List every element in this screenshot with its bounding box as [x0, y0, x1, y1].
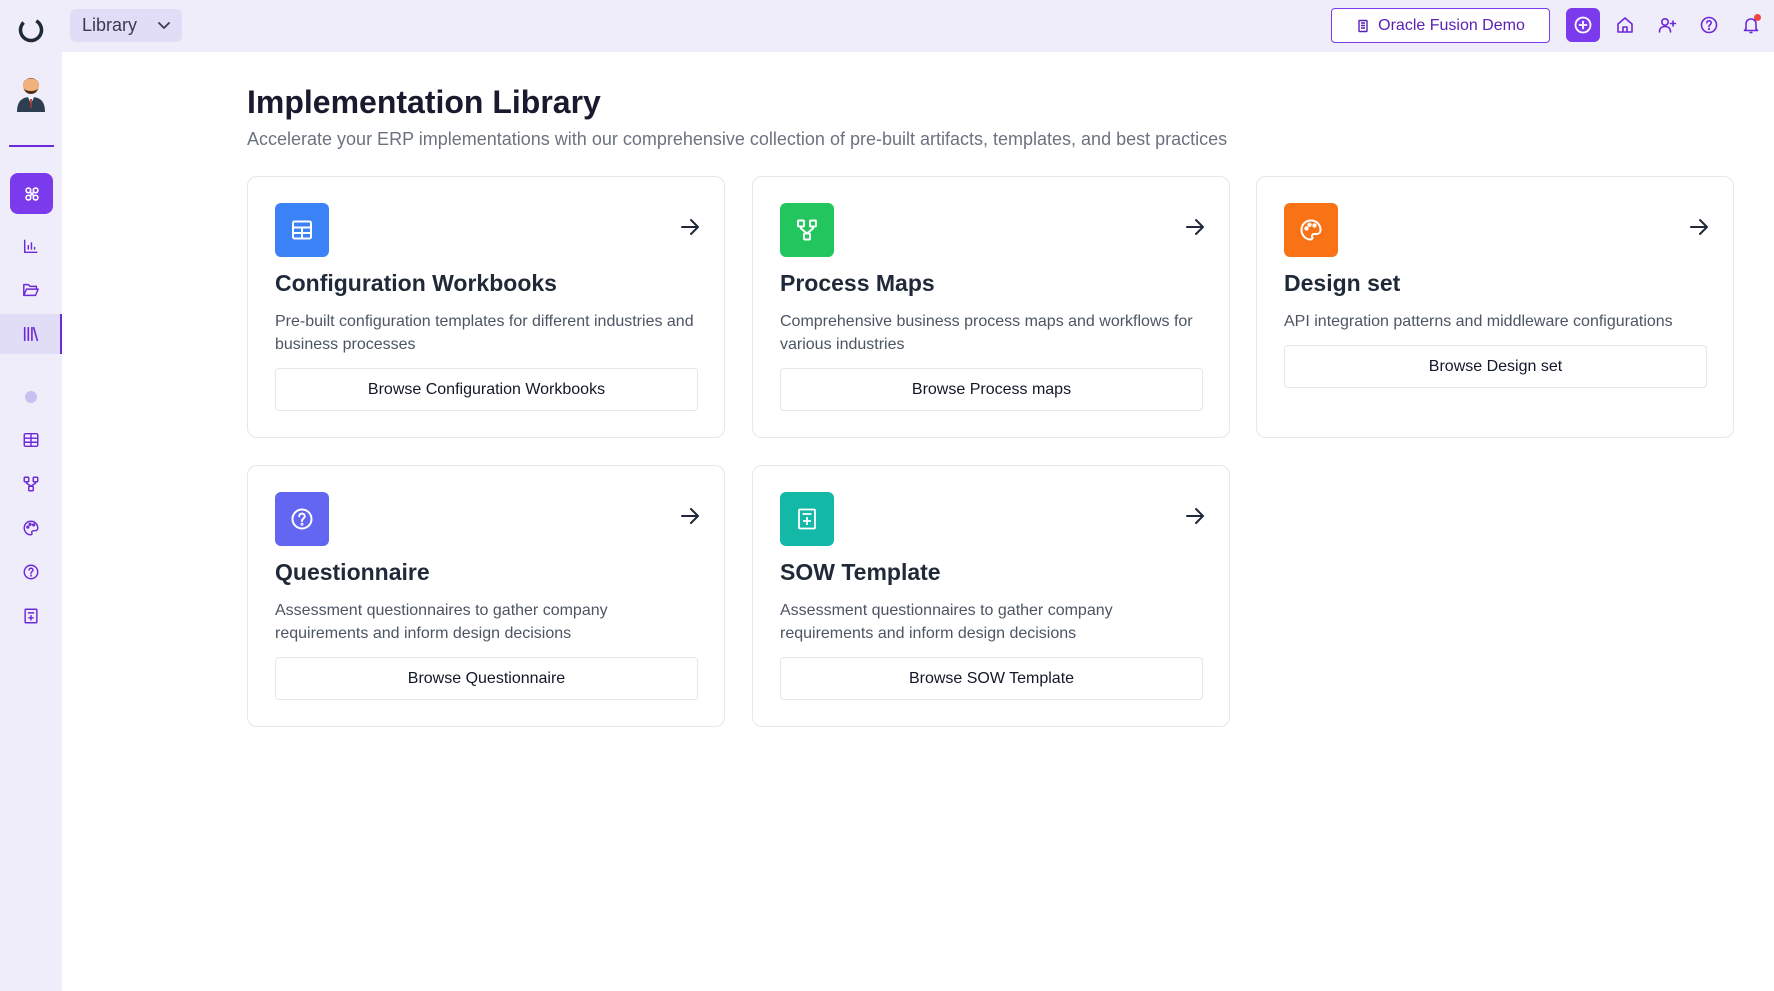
notifications-button[interactable] — [1734, 8, 1768, 42]
card-title: Process Maps — [780, 270, 935, 296]
arrow-right-icon[interactable] — [678, 504, 702, 528]
page-subtitle: Accelerate your ERP implementations with… — [247, 129, 1228, 149]
arrow-right-icon[interactable] — [1687, 215, 1711, 239]
card-icon-container — [275, 492, 329, 546]
card-icon-container — [275, 203, 329, 257]
folder-open-icon — [23, 283, 39, 297]
building-icon — [1358, 19, 1368, 32]
section-select-value: Library — [82, 15, 138, 35]
home-icon — [1617, 17, 1633, 33]
sidebar-separator-dot — [25, 391, 37, 403]
avatar[interactable] — [13, 70, 49, 112]
grid-nodes-icon — [24, 186, 39, 201]
card-description: API integration patterns and middleware … — [1284, 313, 1673, 330]
card-title: Design set — [1284, 270, 1401, 296]
sidebar-item-sow-template[interactable] — [0, 596, 62, 636]
home-button[interactable] — [1608, 8, 1642, 42]
card-icon-container — [780, 492, 834, 546]
document-icon — [24, 608, 38, 624]
top-bar: Library Oracle Fusion Demo — [62, 0, 1774, 52]
plus-circle-icon — [1574, 16, 1592, 34]
card-icon-container — [780, 203, 834, 257]
section-select[interactable]: Library — [70, 9, 182, 42]
project-name: Oracle Fusion Demo — [1378, 16, 1525, 34]
page-title: Implementation Library — [247, 84, 601, 120]
add-button[interactable] — [1566, 8, 1600, 42]
card-questionnaire[interactable]: Questionnaire Assessment questionnaires … — [247, 465, 725, 727]
invite-user-button[interactable] — [1650, 8, 1684, 42]
sidebar-item-design-set[interactable] — [0, 508, 62, 548]
sidebar-item-dashboard[interactable] — [10, 173, 53, 214]
browse-configuration-workbooks-button[interactable]: Browse Configuration Workbooks — [275, 368, 698, 411]
card-description: Assessment questionnaires to gather comp… — [780, 602, 1113, 642]
sidebar-item-analytics[interactable] — [0, 226, 62, 266]
card-icon-container — [1284, 203, 1338, 257]
app-logo-icon[interactable] — [17, 16, 45, 44]
bar-chart-icon — [23, 239, 38, 254]
workflow-icon — [23, 476, 39, 492]
user-plus-icon — [1658, 17, 1677, 33]
browse-questionnaire-button[interactable]: Browse Questionnaire — [275, 657, 698, 700]
browse-process-maps-button[interactable]: Browse Process maps — [780, 368, 1203, 411]
palette-icon — [1300, 219, 1322, 241]
card-description: Pre-built configuration templates for di… — [275, 313, 694, 353]
card-title: SOW Template — [780, 559, 941, 585]
sidebar-divider — [9, 145, 54, 147]
card-title: Questionnaire — [275, 559, 430, 585]
card-process-maps[interactable]: Process Maps Comprehensive business proc… — [752, 176, 1230, 438]
sidebar — [0, 0, 62, 991]
project-switch-button[interactable]: Oracle Fusion Demo — [1331, 8, 1550, 43]
sidebar-item-process-maps[interactable] — [0, 464, 62, 504]
help-icon — [1700, 16, 1718, 34]
card-description: Assessment questionnaires to gather comp… — [275, 602, 608, 642]
workflow-icon — [797, 219, 817, 241]
browse-design-set-button[interactable]: Browse Design set — [1284, 345, 1707, 388]
question-icon — [291, 508, 313, 530]
arrow-right-icon[interactable] — [1183, 504, 1207, 528]
question-icon — [23, 564, 39, 580]
arrow-right-icon[interactable] — [1183, 215, 1207, 239]
help-button[interactable] — [1692, 8, 1726, 42]
card-design-set[interactable]: Design set API integration patterns and … — [1256, 176, 1734, 438]
sidebar-item-questionnaire[interactable] — [0, 552, 62, 592]
notification-badge — [1754, 14, 1761, 21]
library-icon — [23, 326, 39, 342]
table-icon — [23, 432, 39, 448]
card-description: Comprehensive business process maps and … — [780, 313, 1193, 353]
sidebar-item-library[interactable] — [0, 314, 62, 354]
arrow-right-icon[interactable] — [678, 215, 702, 239]
card-configuration-workbooks[interactable]: Configuration Workbooks Pre-built config… — [247, 176, 725, 438]
chevron-down-icon — [158, 22, 170, 29]
card-title: Configuration Workbooks — [275, 270, 557, 296]
table-icon — [292, 220, 312, 240]
document-icon — [798, 508, 816, 530]
palette-icon — [23, 520, 39, 536]
card-sow-template[interactable]: SOW Template Assessment questionnaires t… — [752, 465, 1230, 727]
sidebar-item-workbooks[interactable] — [0, 420, 62, 460]
sidebar-item-projects[interactable] — [0, 270, 62, 310]
browse-sow-template-button[interactable]: Browse SOW Template — [780, 657, 1203, 700]
